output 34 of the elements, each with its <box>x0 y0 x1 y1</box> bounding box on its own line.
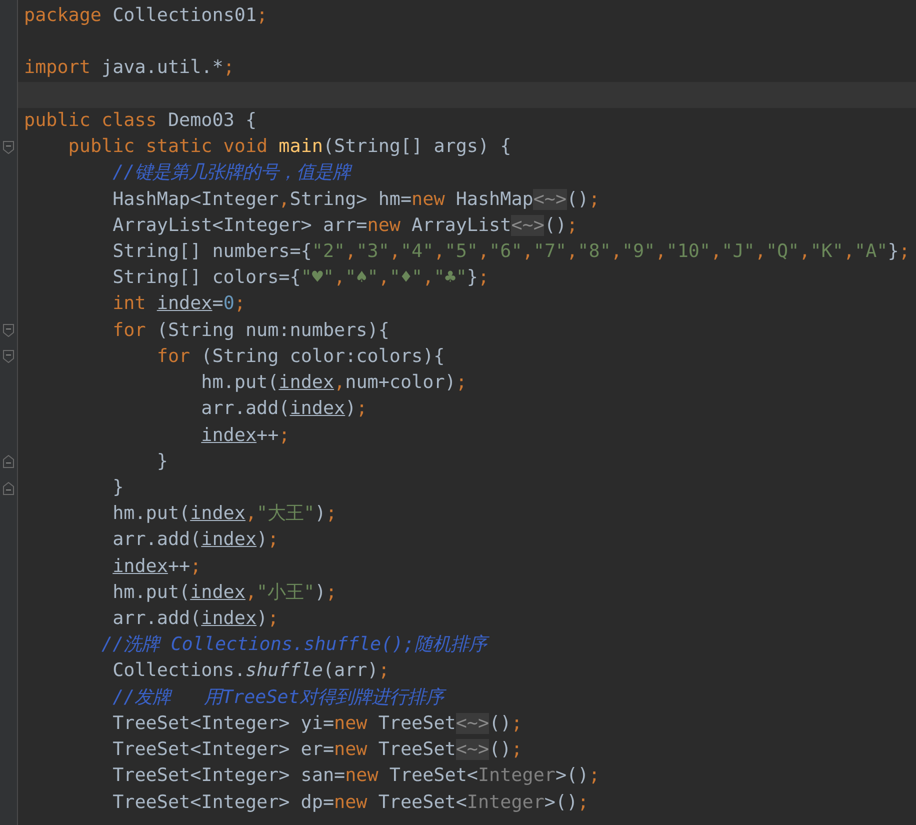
code-line: Collections.shuffle(arr); <box>112 659 390 684</box>
code-line: TreeSet<Integer> yi=new TreeSet<~>(); <box>112 712 524 736</box>
code-line: for (String color:colors){ <box>156 344 446 369</box>
code-line: int index=0; <box>112 292 246 316</box>
code-line: public static void main(String[] args) { <box>67 135 512 160</box>
code-line: } <box>156 450 169 474</box>
fold-marker-icon[interactable] <box>3 350 14 364</box>
code-line: String[] numbers={"2","3","4","5","6","7","8","9","10","J","Q","K","A"}; <box>112 240 911 264</box>
code-line: TreeSet<Integer> er=new TreeSet<~>(); <box>112 738 524 762</box>
fold-marker-icon[interactable] <box>3 324 14 338</box>
code-line: arr.add(index); <box>200 397 368 422</box>
code-line: hm.put(index,num+color); <box>200 371 468 396</box>
code-line: arr.add(index); <box>112 528 280 552</box>
code-line: import java.util.*; <box>23 56 236 80</box>
code-line: String[] colors={"♥","♠","♦","♣"}; <box>112 266 490 290</box>
code-line: } <box>112 476 125 500</box>
fold-marker-icon[interactable] <box>3 482 14 495</box>
code-line: public class Demo03 { <box>23 108 258 133</box>
code-line: index++; <box>112 554 202 579</box>
code-line: index++; <box>200 424 291 448</box>
code-line: TreeSet<Integer> san=new TreeSet<Integer>(); <box>112 764 601 788</box>
code-line: for (String num:numbers){ <box>112 318 390 343</box>
code-line: package Collections01; <box>23 4 269 28</box>
fold-marker-icon[interactable] <box>3 140 14 154</box>
code-line: hm.put(index,"小王"); <box>112 580 338 605</box>
code-line: arr.add(index); <box>112 607 280 632</box>
fold-marker-icon[interactable] <box>3 455 14 468</box>
code-line: //洗牌 Collections.shuffle();随机排序 <box>18 632 916 658</box>
code-line: HashMap<Integer,String> hm=new HashMap<~>(); <box>112 188 601 212</box>
code-line: ArrayList<Integer> arr=new ArrayList<~>(); <box>112 214 579 238</box>
code-line: //键是第几张牌的号，值是牌 <box>112 161 354 186</box>
code-line: TreeSet<Integer> dp=new TreeSet<Integer>(); <box>112 790 590 815</box>
code-line: hm.put(index,"大王"); <box>112 502 338 526</box>
code-line: //发牌 用TreeSet对得到牌进行排序 <box>18 684 916 711</box>
